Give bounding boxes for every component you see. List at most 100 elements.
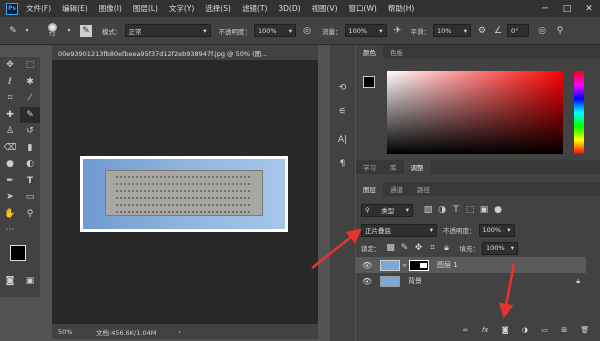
healing-brush-tool-icon[interactable]: ✚ — [0, 107, 20, 124]
brush-tool-icon[interactable]: ✎ — [6, 24, 20, 38]
chain-link-icon[interactable]: ∞ — [402, 262, 407, 269]
more-tools-icon[interactable]: ⋯ — [0, 222, 20, 239]
eyedropper-tool-icon[interactable]: ⁄ — [20, 90, 40, 107]
menu-image[interactable]: 图像(I) — [99, 3, 122, 14]
tab-channels[interactable]: 通道 — [383, 182, 410, 196]
layer-name[interactable]: 背景 — [408, 276, 422, 286]
menu-edit[interactable]: 编辑(E) — [62, 3, 88, 14]
chevron-down-icon[interactable]: ▾ — [20, 24, 34, 38]
zoom-level[interactable]: 50% — [58, 328, 92, 336]
layer-opacity-field[interactable]: 100% ▾ — [478, 223, 515, 237]
menu-3d[interactable]: 3D(D) — [278, 4, 300, 13]
crop-tool-icon[interactable]: ⌗ — [0, 90, 20, 107]
hand-tool-icon[interactable]: ✋ — [0, 206, 20, 223]
marquee-tool-icon[interactable]: ⬚ — [20, 57, 40, 74]
new-layer-icon[interactable]: ⊞ — [561, 326, 567, 334]
rectangle-tool-icon[interactable]: ▭ — [20, 189, 40, 206]
brush-settings-icon[interactable]: ✎ — [80, 24, 92, 37]
minimize-icon[interactable]: ─ — [534, 0, 556, 17]
layer-row-background[interactable]: 👁︎ 背景 🔒︎ — [356, 273, 586, 289]
menu-window[interactable]: 窗口(W) — [349, 3, 377, 14]
pressure-opacity-icon[interactable]: ◎ — [300, 24, 314, 38]
type-tool-icon[interactable]: T — [20, 173, 40, 190]
smoothing-field[interactable]: 10% ▾ — [433, 24, 471, 37]
gear-icon[interactable]: ⚙ — [475, 24, 489, 38]
menu-help[interactable]: 帮助(H) — [388, 3, 415, 14]
gradient-tool-icon[interactable]: ▮ — [20, 140, 40, 157]
menu-layer[interactable]: 图层(L) — [133, 3, 158, 14]
tab-libraries[interactable]: 库 — [383, 160, 404, 174]
filter-toggle-icon[interactable]: ● — [491, 203, 505, 217]
layer-filter-select[interactable]: ⚲ 类型 ▾ — [361, 203, 413, 217]
tab-swatches[interactable]: 色板 — [383, 45, 410, 59]
mode-select[interactable]: 正常 ▾ — [124, 24, 211, 37]
chevron-right-icon[interactable]: › — [178, 328, 181, 336]
blend-mode-select[interactable]: 正片叠底 ▾ — [361, 223, 437, 237]
quick-select-tool-icon[interactable]: ✱ — [20, 74, 40, 91]
menu-file[interactable]: 文件(F) — [26, 3, 51, 14]
trash-icon[interactable]: 🗑︎ — [580, 326, 589, 334]
angle-icon[interactable]: ∠ — [491, 24, 505, 38]
artboard-icon[interactable]: ⌗ — [426, 241, 440, 255]
color-swatches[interactable] — [0, 243, 40, 273]
tab-color[interactable]: 颜色 — [356, 45, 383, 59]
layer-name[interactable]: 图层 1 — [437, 260, 458, 270]
layer-thumbnail[interactable] — [380, 259, 400, 271]
eraser-tool-icon[interactable]: ⌫ — [0, 140, 20, 157]
layer-row-layer1[interactable]: 👁︎ ∞ 图层 1 — [356, 257, 586, 273]
lock-icon[interactable]: 🔒︎ — [440, 241, 454, 255]
history-icon[interactable]: ⟲ — [336, 81, 350, 95]
document-image[interactable] — [80, 156, 288, 232]
clone-stamp-tool-icon[interactable]: ♙ — [0, 123, 20, 140]
character-icon[interactable]: A| — [336, 133, 350, 147]
filter-adjustment-icon[interactable]: ◑ — [435, 203, 449, 217]
blur-tool-icon[interactable]: ● — [0, 156, 20, 173]
close-icon[interactable]: ✕ — [578, 0, 600, 17]
eye-icon[interactable]: 👁︎ — [362, 261, 376, 270]
foreground-color[interactable] — [10, 244, 26, 261]
chevron-down-icon[interactable]: ▾ — [62, 24, 76, 38]
symmetry-icon[interactable]: ⚲ — [553, 24, 567, 38]
filter-shape-icon[interactable]: ⬚ — [463, 203, 477, 217]
tab-adjustments[interactable]: 调整 — [403, 160, 431, 174]
airbrush-icon[interactable]: ✈ — [391, 24, 405, 38]
menu-select[interactable]: 选择(S) — [205, 3, 231, 14]
filter-pixel-icon[interactable]: ▨ — [421, 203, 435, 217]
filter-smart-object-icon[interactable]: ▣ — [477, 203, 491, 217]
link-icon[interactable]: ∞ — [463, 326, 469, 334]
screen-mode-icon[interactable]: ▣ — [20, 273, 40, 290]
lock-pixels-icon[interactable]: ▩ — [384, 241, 398, 255]
tab-layers[interactable]: 图层 — [356, 182, 383, 196]
fill-field[interactable]: 100% ▾ — [482, 241, 518, 255]
menu-type[interactable]: 文字(Y) — [169, 3, 194, 14]
pen-tool-icon[interactable]: ✒ — [0, 173, 20, 190]
properties-icon[interactable]: ⚟ — [336, 105, 350, 119]
lasso-tool-icon[interactable]: ℓ — [0, 74, 20, 91]
move-tool-icon[interactable]: ✥ — [0, 57, 20, 74]
menu-view[interactable]: 视图(V) — [312, 3, 338, 14]
lock-paint-icon[interactable]: ✎ — [398, 241, 412, 255]
opacity-field[interactable]: 100% ▾ — [254, 24, 296, 37]
angle-field[interactable]: 0° — [507, 24, 529, 37]
menu-filter[interactable]: 滤镜(T) — [242, 3, 267, 14]
quick-mask-icon[interactable]: ◙ — [0, 273, 20, 290]
path-select-tool-icon[interactable]: ➤ — [0, 189, 20, 206]
layer-mask-thumbnail[interactable] — [409, 259, 429, 271]
fx-icon[interactable]: fx — [482, 326, 489, 334]
paragraph-icon[interactable]: ¶ — [336, 157, 350, 171]
pressure-size-icon[interactable]: ◎ — [535, 24, 549, 38]
tab-learn[interactable]: 学习 — [356, 160, 383, 174]
mask-icon[interactable]: ◙ — [502, 326, 509, 334]
adjustment-icon[interactable]: ◑ — [522, 326, 528, 334]
filter-type-icon[interactable]: T — [449, 203, 463, 217]
flow-field[interactable]: 100% ▾ — [344, 24, 387, 37]
hue-slider[interactable] — [574, 71, 584, 154]
maximize-icon[interactable]: □ — [556, 0, 578, 17]
foreground-color[interactable] — [363, 76, 375, 88]
lock-position-icon[interactable]: ✥ — [412, 241, 426, 255]
document-tab[interactable]: 00e93901213fb80efbeea95f37d12f2eb938947f… — [52, 45, 318, 60]
brush-tool-icon[interactable]: ✎ — [20, 106, 40, 123]
tab-paths[interactable]: 路径 — [410, 182, 437, 196]
brush-preset-picker[interactable]: 72 — [42, 20, 62, 42]
layer-thumbnail[interactable] — [380, 275, 400, 287]
